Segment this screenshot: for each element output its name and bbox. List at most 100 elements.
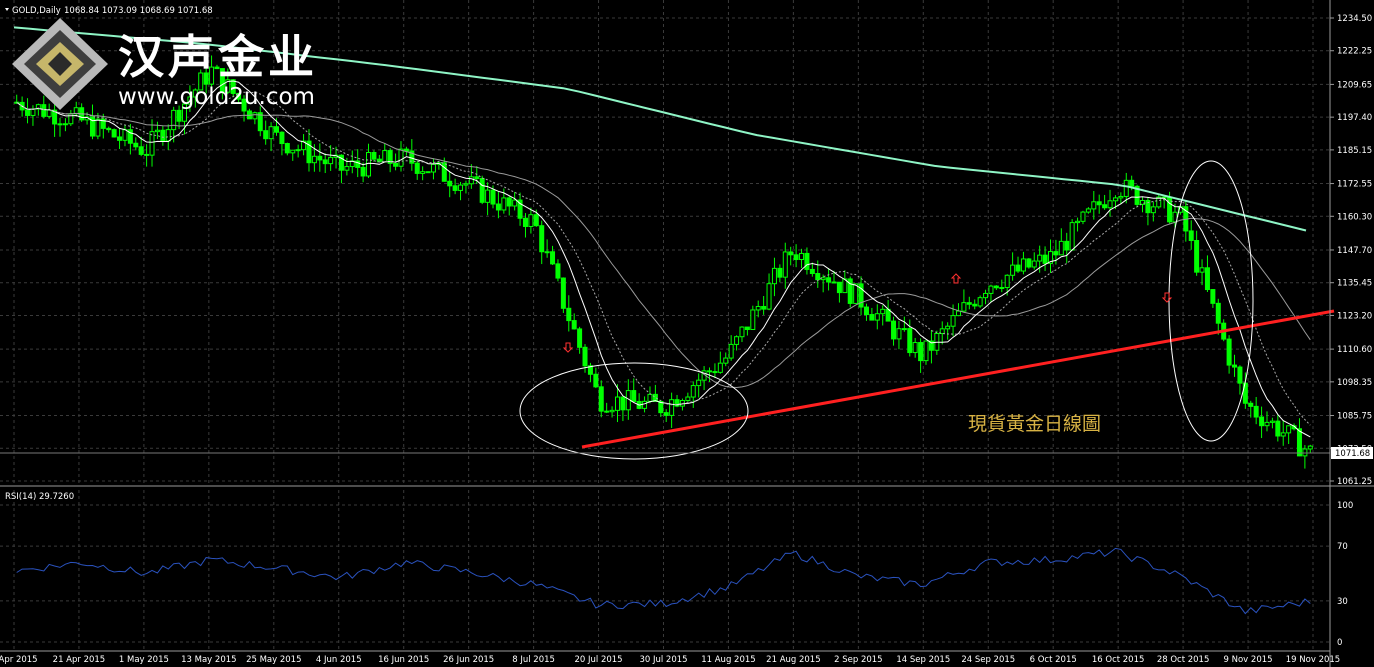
candle-body xyxy=(955,310,961,317)
candle-body xyxy=(1232,364,1238,368)
candle-body xyxy=(1015,264,1021,272)
date-tick-label: 25 May 2015 xyxy=(246,655,301,665)
candle-body xyxy=(771,267,777,285)
candle-body xyxy=(604,410,610,413)
candle-body xyxy=(815,273,821,281)
candle-body xyxy=(1123,179,1129,197)
candle-body xyxy=(685,396,691,402)
candle-body xyxy=(485,189,491,203)
candle-body xyxy=(631,390,637,402)
candle-body xyxy=(376,158,382,163)
date-tick-label: 20 Jul 2015 xyxy=(574,655,622,665)
candle-body xyxy=(133,142,139,148)
candle-body xyxy=(1280,432,1286,437)
candle-body xyxy=(853,283,859,304)
candle-body xyxy=(593,373,599,388)
candle-body xyxy=(1080,211,1086,222)
candle-body xyxy=(669,399,675,416)
candle-body xyxy=(1199,267,1205,273)
candle-body xyxy=(420,171,426,174)
candle-body xyxy=(977,297,983,307)
candle-body xyxy=(122,129,128,141)
date-tick-label: 28 Oct 2015 xyxy=(1157,655,1210,665)
candle-body xyxy=(1275,420,1281,437)
candle-body xyxy=(1058,240,1064,256)
candle-body xyxy=(279,131,285,145)
candle-body xyxy=(1286,425,1292,434)
candle-body xyxy=(804,252,810,270)
date-tick-label: 13 May 2015 xyxy=(181,655,236,665)
candle-body xyxy=(1129,179,1135,187)
candle-body xyxy=(1112,197,1118,202)
candle-body xyxy=(41,104,47,117)
price-tick-label: 1085.75 xyxy=(1337,412,1372,422)
candle-body xyxy=(1031,260,1037,268)
candle-body xyxy=(111,129,117,138)
candle-body xyxy=(717,362,723,373)
date-tick-label: 16 Jun 2015 xyxy=(378,655,429,665)
candle-body xyxy=(1253,405,1259,418)
date-tick-label: 9 Nov 2015 xyxy=(1224,655,1273,665)
price-tick-label: 1222.25 xyxy=(1337,47,1372,57)
candle-body xyxy=(360,166,366,177)
candle-body xyxy=(793,254,799,261)
candle-body xyxy=(533,214,539,227)
price-tick-label: 1185.15 xyxy=(1337,146,1372,156)
candle-body xyxy=(30,108,36,116)
candle-body xyxy=(555,263,561,279)
candle-body xyxy=(539,225,545,253)
candle-body xyxy=(950,315,956,327)
candle-body xyxy=(371,151,377,160)
chart-annotation: 現貨黃金日線圖 xyxy=(968,413,1101,435)
candle-body xyxy=(577,328,583,348)
candle-body xyxy=(382,150,388,163)
candle-body xyxy=(144,153,150,156)
candle-body xyxy=(1210,289,1216,304)
candle-body xyxy=(458,184,464,191)
candle-body xyxy=(522,217,528,227)
candle-body xyxy=(744,326,750,331)
candle-body xyxy=(1042,254,1048,264)
candle-body xyxy=(999,287,1005,290)
candle-body xyxy=(972,303,978,307)
candle-body xyxy=(1118,195,1124,199)
candle-body xyxy=(452,185,458,191)
candle-body xyxy=(777,267,783,278)
candle-body xyxy=(544,251,550,254)
candle-body xyxy=(252,112,258,120)
date-tick-label: 16 Oct 2015 xyxy=(1092,655,1145,665)
candle-body xyxy=(501,197,507,211)
candle-body xyxy=(993,285,999,289)
candle-body xyxy=(328,156,334,165)
candle-body xyxy=(836,281,842,294)
date-tick-label: 4 Jun 2015 xyxy=(316,655,362,665)
candle-body xyxy=(176,109,182,122)
candle-body xyxy=(620,396,626,411)
candle-body xyxy=(755,305,761,311)
candle-body xyxy=(869,314,875,321)
candle-body xyxy=(750,309,756,331)
candle-body xyxy=(1102,204,1108,209)
candle-body xyxy=(160,129,166,142)
candle-body xyxy=(393,162,399,167)
date-tick-label: 26 Jun 2015 xyxy=(443,655,494,665)
candle-body xyxy=(923,340,929,362)
candle-body xyxy=(479,178,485,203)
candle-body xyxy=(891,320,897,340)
candle-body xyxy=(1096,201,1102,206)
date-axis: 9 Apr 2015 21 Apr 2015 1 May 2015 13 May 20… xyxy=(0,655,1340,665)
date-tick-label: 2 Sep 2015 xyxy=(834,655,882,665)
price-axis: 1234.50 1222.25 1209.65 1197.40 1185.15 1172.… xyxy=(1330,14,1372,487)
candle-body xyxy=(826,277,832,283)
candle-body xyxy=(739,326,745,338)
candle-body xyxy=(425,171,431,174)
candle-body xyxy=(690,385,696,398)
date-tick-label: 9 Apr 2015 xyxy=(0,655,38,665)
candle-body xyxy=(506,197,512,207)
date-tick-label: 19 Nov 2015 xyxy=(1286,655,1340,665)
candle-body xyxy=(614,396,620,411)
symbol-label: GOLD,Daily xyxy=(12,6,61,16)
candle-body xyxy=(1269,420,1275,423)
candle-body xyxy=(295,149,301,152)
candle-body xyxy=(560,277,566,309)
